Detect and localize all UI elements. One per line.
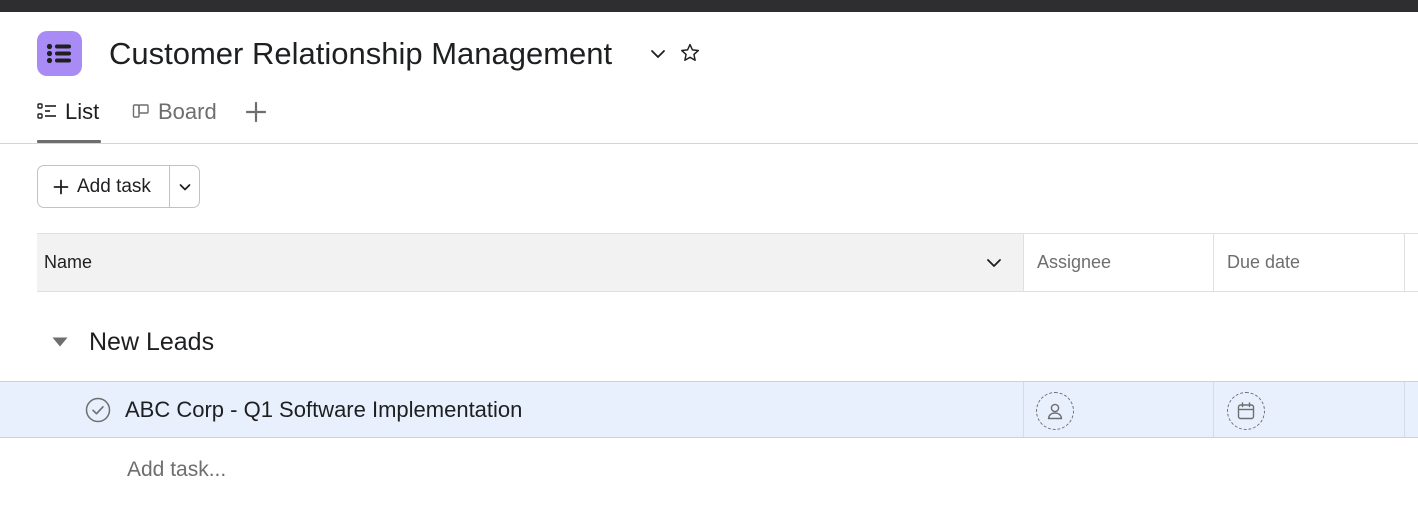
project-title: Customer Relationship Management bbox=[109, 36, 613, 71]
caret-down-icon[interactable] bbox=[51, 336, 69, 348]
plus-icon bbox=[53, 179, 69, 194]
add-task-inline[interactable]: Add task... bbox=[127, 455, 226, 485]
complete-check-icon[interactable] bbox=[85, 397, 111, 423]
board-view-icon bbox=[132, 104, 149, 118]
cell-divider bbox=[1213, 382, 1214, 437]
column-header-assignee[interactable]: Assignee bbox=[1024, 234, 1214, 291]
add-tab-icon[interactable] bbox=[245, 101, 267, 123]
table-row[interactable]: ABC Corp - Q1 Software Implementation bbox=[0, 381, 1418, 438]
column-label-due-date: Due date bbox=[1227, 252, 1301, 272]
add-task-dropdown-button[interactable] bbox=[170, 166, 200, 207]
tab-list-label: List bbox=[65, 99, 100, 124]
header-divider bbox=[0, 143, 1418, 144]
cell-divider bbox=[1023, 382, 1024, 437]
tab-board[interactable]: Board bbox=[132, 96, 217, 128]
project-list-icon[interactable] bbox=[37, 31, 82, 76]
column-label-name: Name bbox=[44, 252, 93, 272]
star-icon[interactable] bbox=[679, 42, 701, 64]
add-task-label: Add task bbox=[77, 175, 151, 197]
list-view-icon bbox=[37, 103, 56, 119]
cell-divider bbox=[1404, 382, 1405, 437]
task-name[interactable]: ABC Corp - Q1 Software Implementation bbox=[125, 382, 522, 437]
tab-list[interactable]: List bbox=[37, 96, 99, 128]
column-header-name[interactable]: Name bbox=[37, 234, 1024, 291]
assignee-placeholder[interactable] bbox=[1036, 392, 1074, 430]
chevron-down-icon[interactable] bbox=[983, 252, 1005, 274]
add-task-button[interactable]: Add task bbox=[38, 166, 169, 207]
table-header: Name Assignee Due date bbox=[37, 233, 1418, 292]
user-icon bbox=[1047, 403, 1063, 420]
add-task-button-group: Add task bbox=[37, 165, 200, 208]
column-label-assignee: Assignee bbox=[1037, 252, 1112, 272]
chevron-down-icon[interactable] bbox=[648, 44, 668, 64]
column-header-due-date[interactable]: Due date bbox=[1214, 234, 1405, 291]
tab-board-label: Board bbox=[158, 99, 217, 124]
section-title[interactable]: New Leads bbox=[89, 322, 214, 362]
window-top-bar bbox=[0, 0, 1418, 12]
due-date-placeholder[interactable] bbox=[1227, 392, 1265, 430]
calendar-icon bbox=[1237, 402, 1255, 420]
chevron-down-icon bbox=[179, 183, 191, 190]
